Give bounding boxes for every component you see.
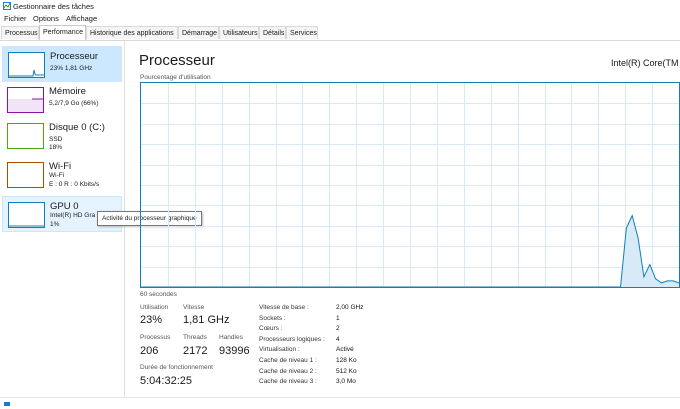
- utilisation-label: Utilisation: [140, 304, 169, 311]
- tab-utilisateurs[interactable]: Utilisateurs: [219, 26, 259, 39]
- cpu-mini-graph: [8, 52, 45, 78]
- sidebar-item-processeur[interactable]: Processeur 23% 1,81 GHz: [2, 46, 122, 82]
- tab-services[interactable]: Services: [286, 26, 318, 39]
- sidebar-item-title: Disque 0 (C:): [49, 122, 105, 133]
- sidebar-item-memoire[interactable]: Mémoire 5,2/7,9 Go (66%): [2, 82, 122, 118]
- handles-label: Handles: [219, 334, 243, 341]
- sidebar-item-disque[interactable]: Disque 0 (C:) SSD 18%: [2, 118, 122, 154]
- processus-value: 206: [140, 345, 159, 357]
- menu-fichier[interactable]: Fichier: [3, 13, 28, 24]
- detail-value: 4: [336, 336, 340, 343]
- detail-value: 512 Ko: [336, 368, 357, 375]
- detail-value: 2,00 GHz: [336, 304, 364, 311]
- detail-label: Processeurs logiques :: [259, 336, 325, 343]
- detail-label: Cache de niveau 2 :: [259, 368, 317, 375]
- task-manager-icon: [3, 2, 11, 10]
- handles-value: 93996: [219, 345, 250, 357]
- detail-value: 128 Ko: [336, 357, 357, 364]
- cpu-usage-graph: [140, 82, 680, 288]
- usage-axis-label: Pourcentage d'utilisation: [140, 74, 211, 81]
- tab-demarrage[interactable]: Démarrage: [178, 26, 219, 39]
- tab-processus[interactable]: Processus: [1, 26, 39, 39]
- uptime-label: Durée de fonctionnement: [140, 364, 213, 371]
- tab-performance[interactable]: Performance: [39, 25, 86, 40]
- sidebar-item-detail: 5,2/7,9 Go (66%): [49, 100, 99, 107]
- disk-mini-graph: [7, 123, 44, 149]
- vitesse-label: Vitesse: [183, 304, 205, 311]
- sidebar-item-title: Wi-Fi: [49, 161, 72, 172]
- cpu-usage-plot: [141, 83, 680, 288]
- vitesse-value: 1,81 GHz: [183, 314, 230, 326]
- sidebar-item-title: Processeur: [50, 51, 99, 62]
- detail-label: Virtualisation :: [259, 346, 300, 353]
- title-bar: Gestionnaire des tâches: [0, 0, 680, 12]
- tab-bar: Processus Performance Historique des app…: [0, 25, 680, 41]
- sidebar-item-title: Mémoire: [49, 86, 86, 97]
- window-title: Gestionnaire des tâches: [13, 2, 94, 11]
- gpu-mini-graph: [8, 202, 45, 228]
- menu-options[interactable]: Options: [32, 13, 60, 24]
- sidebar-item-title: GPU 0: [50, 201, 79, 212]
- fewer-details-icon[interactable]: [4, 402, 10, 406]
- sidebar-item-detail: E : 0 R : 0 Kbits/s: [49, 181, 100, 188]
- detail-value: 3,0 Mo: [336, 378, 356, 385]
- tab-details[interactable]: Détails: [259, 26, 286, 39]
- detail-label: Cache de niveau 3 :: [259, 378, 317, 385]
- menu-bar: Fichier Options Affichage: [0, 13, 680, 24]
- threads-value: 2172: [183, 345, 208, 357]
- cpu-model-name: Intel(R) Core(TM: [611, 58, 679, 68]
- threads-label: Threads: [183, 334, 207, 341]
- sidebar-item-wifi[interactable]: Wi-Fi Wi-Fi E : 0 R : 0 Kbits/s: [2, 157, 122, 193]
- sidebar-item-detail: 1%: [50, 221, 60, 228]
- utilisation-value: 23%: [140, 314, 163, 326]
- menu-affichage[interactable]: Affichage: [65, 13, 98, 24]
- uptime-value: 5:04:32:25: [140, 375, 192, 387]
- sidebar-item-detail: 18%: [49, 144, 63, 151]
- detail-value: Activé: [336, 346, 354, 353]
- tab-historique[interactable]: Historique des applications: [86, 26, 178, 39]
- detail-value: 2: [336, 325, 340, 332]
- wifi-mini-graph: [7, 162, 44, 188]
- detail-label: Vitesse de base :: [259, 304, 309, 311]
- sidebar-item-detail: 23% 1,81 GHz: [50, 65, 93, 72]
- detail-label: Sockets :: [259, 315, 286, 322]
- sidebar-item-detail: SSD: [49, 136, 63, 143]
- time-axis-label: 60 secondes: [140, 291, 177, 298]
- sidebar-item-detail: Intel(R) HD Gra: [50, 212, 96, 219]
- detail-label: Cœurs :: [259, 325, 283, 332]
- footer-divider: [0, 397, 680, 398]
- processus-label: Processus: [140, 334, 171, 341]
- page-title: Processeur: [139, 52, 215, 69]
- sidebar-item-detail: Wi-Fi: [49, 172, 65, 179]
- detail-value: 1: [336, 315, 340, 322]
- detail-label: Cache de niveau 1 :: [259, 357, 317, 364]
- memory-mini-graph: [7, 87, 44, 113]
